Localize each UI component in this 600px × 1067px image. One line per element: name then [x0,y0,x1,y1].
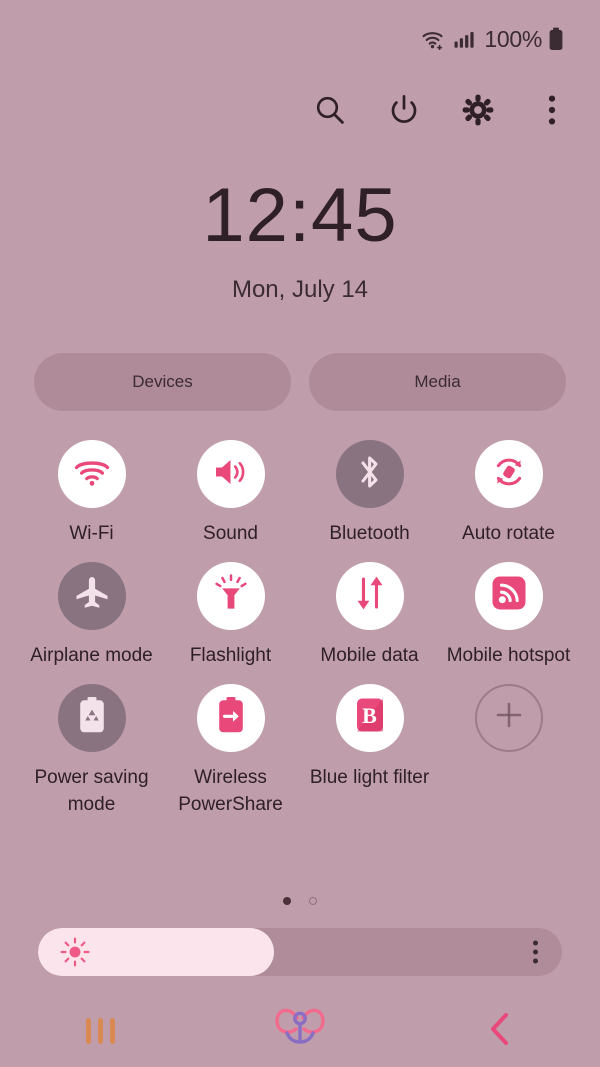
tile-auto-rotate[interactable]: Auto rotate [439,440,578,548]
media-pill-label: Media [414,372,461,391]
media-pill[interactable]: Media [309,353,566,411]
tile-bluetooth[interactable]: Bluetooth [300,440,439,548]
battery-full-icon [548,27,564,51]
bluetooth-icon [357,453,383,496]
devices-pill-label: Devices [132,372,193,391]
tile-wifi[interactable]: Wi-Fi [22,440,161,548]
tile-wireless-powershare-label: Wireless PowerShare [178,766,283,815]
status-bar: 100% [0,0,600,78]
devices-pill[interactable]: Devices [34,353,291,411]
tile-mobile-hotspot-circle [474,561,543,630]
battery-recycle-icon [77,696,107,739]
home-button[interactable] [254,1000,346,1062]
tile-wifi-label: Wi-Fi [69,523,114,544]
flashlight-icon [214,574,248,617]
tile-sound-label: Sound [203,523,258,544]
three-dot-menu-icon [547,94,557,131]
tile-wireless-powershare[interactable]: Wireless PowerShare [161,683,300,819]
tile-wifi-circle [57,440,126,508]
search-button[interactable] [306,88,354,136]
tile-add-circle [474,683,543,752]
clock-date: Mon, July 14 [231,276,369,303]
svg-text:B: B [362,703,377,728]
tile-airplane-mode-circle [57,561,126,630]
navigation-bar [0,995,600,1067]
overflow-button[interactable] [528,88,576,136]
tile-mobile-hotspot-label: Mobile hotspot [446,644,571,666]
sound-speaker-icon [212,455,250,494]
brightness-slider[interactable] [38,928,562,976]
airplane-icon [73,574,111,617]
tile-blue-light-filter[interactable]: B Blue light filter [300,683,439,819]
tile-power-saving-mode[interactable]: Power saving mode [22,683,161,819]
tile-wireless-powershare-circle [196,683,265,752]
back-button[interactable] [454,1000,546,1062]
tile-airplane-mode-label: Airplane mode [30,644,153,666]
mobile-data-arrows-icon [352,574,388,617]
settings-button[interactable] [454,88,502,136]
gear-icon [461,93,495,132]
auto-rotate-icon [490,453,528,496]
tile-flashlight-label: Flashlight [189,644,272,666]
tile-power-saving-mode-circle [57,683,126,752]
power-button[interactable] [380,88,428,136]
tile-sound-circle [196,440,265,508]
recents-bars-icon [85,1018,115,1044]
wifi-icon [73,457,111,492]
blue-light-b-icon: B [353,697,387,738]
tile-flashlight-circle [196,561,265,630]
clock-area[interactable]: 12:45 Mon, July 14 [0,178,600,304]
brightness-menu-button[interactable] [533,940,538,964]
page-dot-active[interactable] [283,897,291,905]
tile-blue-light-filter-label: Blue light filter [309,766,430,788]
tile-mobile-data[interactable]: Mobile data [300,561,439,670]
tile-mobile-data-label: Mobile data [320,644,419,666]
tile-bluetooth-circle [335,440,404,508]
shortcut-pill-row: Devices Media [34,353,566,411]
tile-flashlight[interactable]: Flashlight [161,561,300,670]
tile-auto-rotate-circle [474,440,543,508]
tile-power-saving-mode-label: Power saving mode [34,766,149,815]
tile-mobile-data-circle [335,561,404,630]
bow-ribbon-home-icon [269,1002,331,1061]
tile-mobile-hotspot[interactable]: Mobile hotspot [439,561,578,670]
quick-settings-panel: 100% 12:45 Mon, July 14 Devices Media Wi… [0,0,600,1067]
hotspot-icon [491,575,527,616]
cellular-signal-icon [454,29,474,49]
back-chevron-icon [485,1010,515,1053]
plus-icon [493,699,525,736]
tile-auto-rotate-label: Auto rotate [462,523,555,544]
page-indicator [0,897,600,905]
clock-time: 12:45 [202,173,398,258]
wifi-signal-icon [421,28,448,50]
brightness-sun-icon [60,937,90,967]
battery-percent-label: 100% [484,25,542,52]
tile-bluetooth-label: Bluetooth [329,523,410,544]
search-icon [313,93,347,132]
page-dot-inactive[interactable] [309,897,317,905]
tile-airplane-mode[interactable]: Airplane mode [22,561,161,670]
tile-blue-light-filter-circle: B [335,683,404,752]
recents-button[interactable] [54,1000,146,1062]
tile-add-button[interactable] [439,683,578,819]
tile-sound[interactable]: Sound [161,440,300,548]
power-icon [387,93,421,132]
quick-settings-toolbar [306,88,576,136]
battery-share-icon [216,696,246,739]
quick-toggle-grid: Wi-Fi Sound Bluetooth Auto rotate Airpla… [22,440,578,819]
